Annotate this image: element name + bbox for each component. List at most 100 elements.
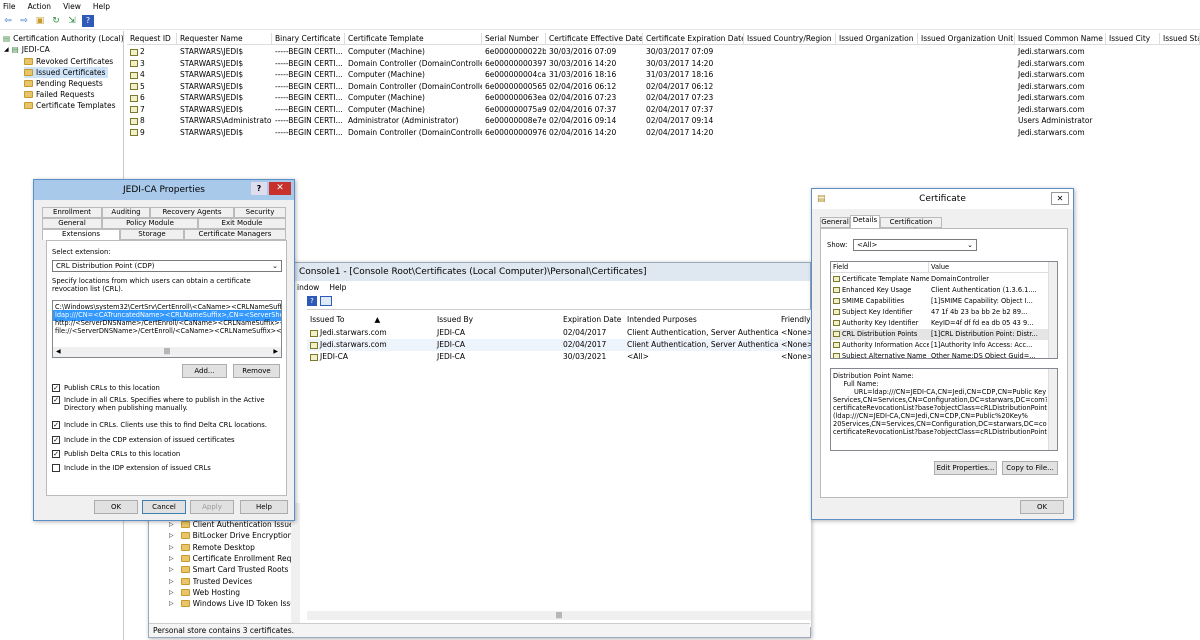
console-cell-issued-to[interactable]: JEDI-CA (307, 351, 434, 363)
grid-cell[interactable]: STARWARS\JEDI$ (177, 69, 272, 81)
option-checkbox[interactable]: ✓ Include in the CDP extension of issued … (52, 436, 277, 444)
tree-revoked-certificates[interactable]: Revoked Certificates (24, 56, 113, 67)
console-cell[interactable]: <None> (778, 327, 811, 339)
grid-cell[interactable]: -----BEGIN CERTI... (272, 58, 345, 70)
scroll-right-icon[interactable]: ▶ (273, 347, 278, 357)
tab-auditing[interactable]: Auditing (102, 207, 150, 218)
option-checkbox[interactable]: ✓ Include in CRLs. Clients use this to fi… (52, 421, 277, 429)
grid-cell[interactable]: Domain Controller (DomainController) (345, 127, 482, 139)
tab-storage[interactable]: Storage (120, 229, 184, 240)
tab-enrollment-agents[interactable]: Enrollment Agents (42, 207, 102, 225)
grid-cell[interactable]: STARWARS\Administrator (177, 115, 272, 127)
tree-scrollbar[interactable] (291, 503, 300, 623)
grid-cell[interactable]: Computer (Machine) (345, 46, 482, 58)
field-name[interactable]: SMIME Capabilities (831, 296, 929, 307)
console-cell-issued-to[interactable]: Jedi.starwars.com (307, 339, 434, 351)
field-name[interactable]: Certificate Template Name (831, 274, 929, 285)
grid-cell[interactable]: 30/03/2016 14:20 (546, 58, 643, 70)
expand-arrow-icon[interactable]: ▷ (169, 566, 174, 573)
expand-arrow-icon[interactable]: ▷ (169, 521, 174, 528)
tree-certificate-templates[interactable]: Certificate Templates (24, 100, 115, 111)
col-effective-date[interactable]: Certificate Effective Date (546, 33, 643, 45)
col-issued-country[interactable]: Issued Country/Region (744, 33, 836, 45)
menu-window[interactable]: indow (297, 283, 319, 292)
console-cell-issued-to[interactable]: Jedi.starwars.com (307, 327, 434, 339)
field-value[interactable]: [1]Authority Info Access: Acc... (929, 340, 1049, 351)
expand-icon[interactable]: ◢ (4, 46, 9, 53)
console-tree-item[interactable]: ▷BitLocker Drive Encryption Ne (169, 530, 293, 541)
expand-arrow-icon[interactable]: ▷ (169, 544, 174, 551)
grid-cell[interactable]: Jedi.starwars.com (1015, 58, 1106, 70)
tab-details[interactable]: Details (850, 215, 880, 228)
console-cell[interactable]: <None> (778, 339, 811, 351)
grid-cell[interactable] (836, 81, 918, 93)
grid-cell[interactable]: STARWARS\JEDI$ (177, 81, 272, 93)
grid-cell[interactable]: Users Administrator (1015, 115, 1106, 127)
help-button[interactable]: Help (240, 500, 288, 514)
console-tree-item[interactable]: ▷ Certificate Enrollment Reque (169, 553, 293, 564)
grid-cell[interactable] (918, 104, 1015, 116)
col-value[interactable]: Value (929, 262, 1049, 273)
field-value[interactable]: Client Authentication (1.3.6.1.... (929, 285, 1049, 296)
tab-general[interactable]: General (42, 218, 102, 229)
export-list-icon[interactable]: ⇲ (66, 15, 78, 27)
grid-cell[interactable]: STARWARS\JEDI$ (177, 127, 272, 139)
grid-cell[interactable]: 02/04/2017 14:20 (643, 127, 744, 139)
expand-arrow-icon[interactable]: ▷ (169, 532, 174, 539)
col-issued-to[interactable]: Issued To ▲ (307, 314, 434, 326)
grid-cell[interactable] (918, 46, 1015, 58)
console-cell[interactable]: Client Authentication, Server Authentica… (624, 339, 778, 351)
grid-cell[interactable] (918, 127, 1015, 139)
tree-pending-requests[interactable]: Pending Requests (24, 78, 103, 89)
grid-cell[interactable]: Jedi.starwars.com (1015, 81, 1106, 93)
option-checkbox[interactable]: ✓ Include in all CRLs. Specifies where to… (52, 396, 277, 412)
grid-cell[interactable]: Domain Controller (DomainController) (345, 58, 482, 70)
grid-cell[interactable]: STARWARS\JEDI$ (177, 92, 272, 104)
grid-cell-request-id[interactable]: 5 (127, 81, 177, 93)
console-cell[interactable]: <All> (624, 351, 778, 363)
tab-extensions[interactable]: Extensions (42, 229, 120, 240)
grid-cell[interactable]: Jedi.starwars.com (1015, 69, 1106, 81)
scroll-thumb-icon[interactable]: ||| (164, 347, 170, 357)
grid-cell-request-id[interactable]: 6 (127, 92, 177, 104)
horizontal-scrollbar[interactable]: ||| (307, 611, 811, 620)
refresh-icon[interactable]: ↻ (50, 15, 62, 27)
grid-cell[interactable]: Computer (Machine) (345, 69, 482, 81)
grid-cell[interactable]: 30/03/2017 07:09 (643, 46, 744, 58)
close-icon[interactable]: ✕ (269, 182, 291, 195)
checked-box-icon[interactable]: ✓ (52, 384, 60, 392)
console-cell[interactable]: JEDI-CA (434, 327, 560, 339)
field-name[interactable]: Authority Key Identifier (831, 318, 929, 329)
field-value[interactable]: [1]SMIME Capability: Object I... (929, 296, 1049, 307)
tab-recovery-agents[interactable]: Recovery Agents (150, 207, 234, 218)
menu-action[interactable]: Action (28, 2, 52, 11)
console-cell[interactable]: JEDI-CA (434, 339, 560, 351)
grid-cell[interactable] (744, 81, 836, 93)
grid-cell[interactable]: 30/03/2016 07:09 (546, 46, 643, 58)
grid-cell[interactable]: 6e00000000565b... (482, 81, 546, 93)
console-cell[interactable]: JEDI-CA (434, 351, 560, 363)
cancel-button[interactable]: Cancel (142, 500, 186, 514)
close-icon[interactable]: ✕ (1051, 192, 1069, 205)
grid-cell[interactable]: Jedi.starwars.com (1015, 127, 1106, 139)
grid-cell[interactable] (744, 115, 836, 127)
field-name[interactable]: Authority Information Access (831, 340, 929, 351)
help-icon[interactable]: ? (82, 14, 94, 27)
option-checkbox[interactable]: ✓ Publish CRLs to this location (52, 384, 277, 392)
tab-general[interactable]: General (820, 217, 850, 228)
copy-to-file-button[interactable]: Copy to File... (1002, 461, 1058, 475)
grid-cell[interactable]: Jedi.starwars.com (1015, 46, 1106, 58)
tree-issued-certificates[interactable]: Issued Certificates (24, 67, 109, 78)
console-tree-item[interactable]: ▷ Windows Live ID Token Issuer (169, 598, 293, 609)
menu-file[interactable]: File (3, 2, 16, 11)
console-tree-item[interactable]: ▷ Web Hosting (169, 587, 240, 598)
col-issued-state[interactable]: Issued State (1160, 33, 1200, 45)
grid-cell-request-id[interactable]: 8 (127, 115, 177, 127)
grid-cell[interactable] (918, 69, 1015, 81)
tab-policy-module[interactable]: Policy Module (102, 218, 198, 229)
col-issued-org-unit[interactable]: Issued Organization Unit (918, 33, 1015, 45)
show-select[interactable]: <All> ⌄ (853, 239, 977, 251)
checked-box-icon[interactable]: ✓ (52, 450, 60, 458)
console-tree-item[interactable]: ▷ Smart Card Trusted Roots (169, 564, 288, 575)
col-issued-organization[interactable]: Issued Organization (836, 33, 918, 45)
